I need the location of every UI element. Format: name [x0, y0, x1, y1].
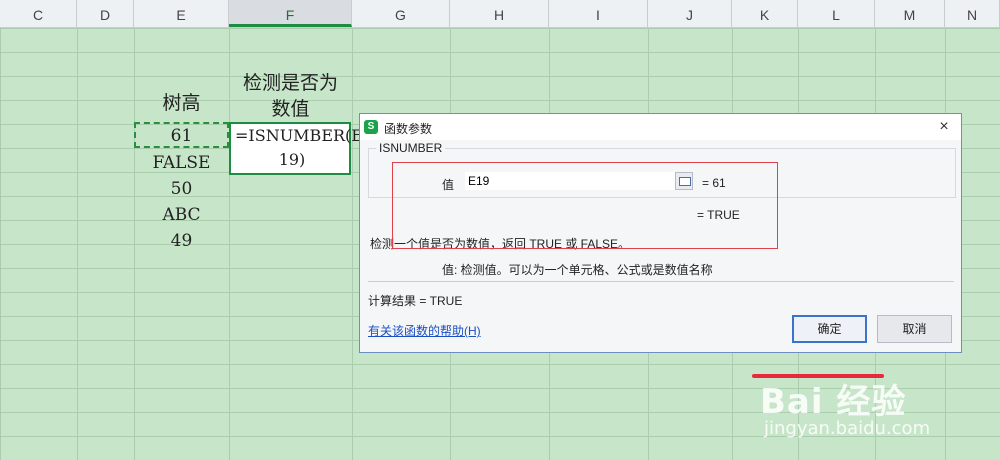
column-header-m[interactable]: M: [875, 0, 945, 27]
baidu-watermark-url: jingyan.baidu.com: [764, 418, 931, 439]
formula-line-2: 19): [278, 150, 306, 169]
column-header-g[interactable]: G: [352, 0, 450, 27]
column-header-h[interactable]: H: [450, 0, 549, 27]
wps-app-icon: S: [364, 120, 378, 134]
column-header-i[interactable]: I: [549, 0, 648, 27]
argument-description: 值: 检测值。可以为一个单元格、公式或是数值名称: [442, 263, 713, 277]
column-header-e[interactable]: E: [134, 0, 229, 27]
column-header-l[interactable]: L: [798, 0, 875, 27]
column-header-j[interactable]: J: [648, 0, 732, 27]
cell-header-tree-height[interactable]: 树高: [134, 88, 229, 115]
column-header-bar: C D E F G H I J K L M N: [0, 0, 1000, 28]
close-button[interactable]: ×: [933, 116, 955, 138]
cell-value[interactable]: 49: [134, 231, 229, 251]
divider: [368, 281, 954, 282]
cell-value[interactable]: 50: [134, 179, 229, 199]
cell-value[interactable]: ABC: [134, 205, 229, 225]
formula-line-1: =ISNUMBER(E: [235, 126, 363, 145]
calculation-result: 计算结果 = TRUE: [368, 294, 463, 308]
function-help-link[interactable]: 有关该函数的帮助(H): [368, 322, 481, 339]
column-header-c[interactable]: C: [0, 0, 77, 27]
column-header-d[interactable]: D: [77, 0, 134, 27]
column-header-n[interactable]: N: [945, 0, 1000, 27]
cell-value[interactable]: FALSE: [134, 153, 229, 173]
reference-cell-highlight: [134, 122, 229, 148]
column-header-k[interactable]: K: [732, 0, 798, 27]
cancel-button[interactable]: 取消: [877, 315, 952, 343]
header-line-2: 数值: [271, 98, 310, 120]
gridline: [77, 28, 78, 460]
annotation-red-rectangle: [392, 162, 778, 249]
function-name: ISNUMBER: [376, 141, 446, 155]
gridline: [352, 28, 353, 460]
ok-button[interactable]: 确定: [792, 315, 867, 343]
baidu-watermark-logo: Bai 经验: [760, 382, 907, 422]
cell-header-is-number[interactable]: 检测是否为 数值: [229, 70, 352, 122]
column-header-f[interactable]: F: [229, 0, 352, 27]
active-cell-formula[interactable]: =ISNUMBER(E 19): [229, 122, 363, 175]
dialog-title: 函数参数: [384, 122, 433, 136]
dialog-titlebar[interactable]: S 函数参数 ×: [360, 114, 961, 140]
header-line-1: 检测是否为: [242, 72, 338, 94]
